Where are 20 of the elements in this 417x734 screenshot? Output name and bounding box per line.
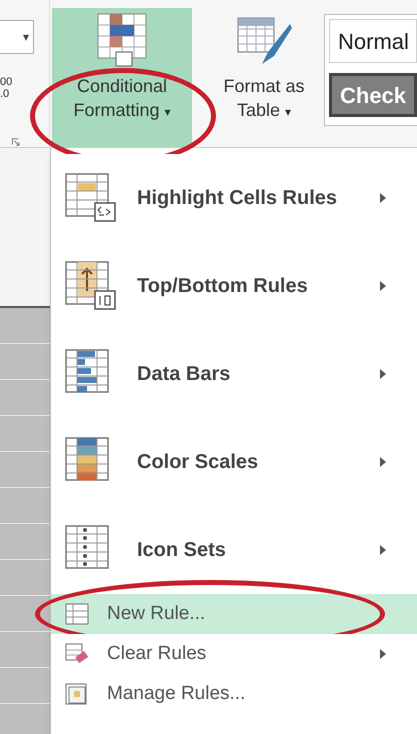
menu-item[interactable]: Top/Bottom Rules xyxy=(51,242,417,330)
menu-item[interactable]: Manage Rules... xyxy=(51,674,417,714)
manage-rules-icon xyxy=(65,683,89,705)
cell-style-swatch[interactable]: Check xyxy=(329,73,417,117)
format-as-table-button[interactable]: Format as Table ▾ xyxy=(210,8,318,148)
menu-item[interactable]: Icon Sets xyxy=(51,506,417,594)
menu-item[interactable]: Color Scales xyxy=(51,418,417,506)
top-bottom-icon xyxy=(65,261,117,311)
dropdown-field[interactable]: ▾ xyxy=(0,20,34,54)
cell-style-swatch[interactable]: Normal xyxy=(329,19,417,63)
eraser-icon xyxy=(65,643,89,665)
decimal-icon[interactable]: 00 .0 xyxy=(0,76,12,100)
menu-item[interactable]: New Rule... xyxy=(51,594,417,634)
table-rule-icon xyxy=(65,603,89,625)
dialog-launcher-icon[interactable] xyxy=(10,138,22,147)
conditional-formatting-button[interactable]: Conditional Formatting ▾ xyxy=(52,8,192,148)
highlight-cells-icon xyxy=(65,173,117,223)
menu-item[interactable]: Data Bars xyxy=(51,330,417,418)
menu-item[interactable]: Clear Rules xyxy=(51,634,417,674)
menu-item[interactable]: Highlight Cells Rules xyxy=(51,154,417,242)
